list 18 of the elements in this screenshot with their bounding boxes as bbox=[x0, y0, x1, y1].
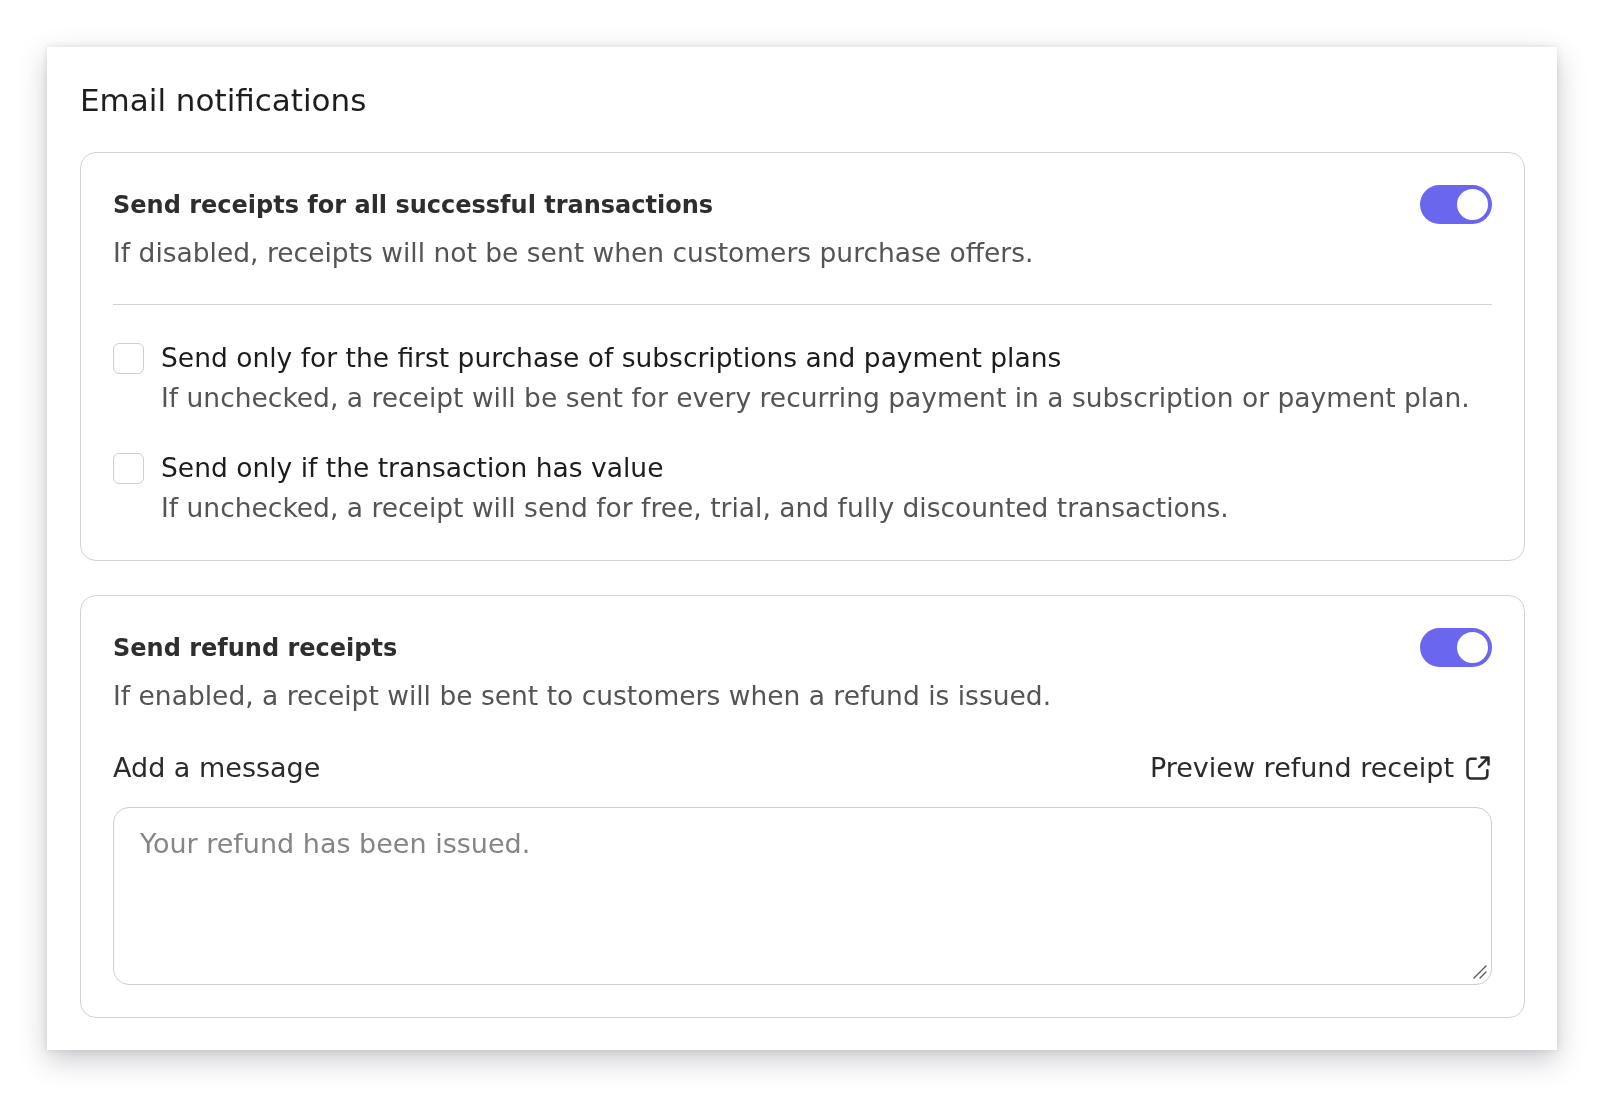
section-heading: Send receipts for all successful transactions bbox=[113, 189, 714, 221]
option-label: Send only for the first purchase of subscriptions and payment plans bbox=[161, 342, 1063, 374]
section-description: If enabled, a receipt will be sent to customers when a refund is issued. bbox=[113, 680, 1053, 712]
preview-link[interactable]: Preview refund receipt bbox=[1149, 752, 1492, 784]
option-label: Send only if the transaction has value bbox=[161, 452, 665, 484]
section-description: If disabled, receipts will not be sent when customers purchase offers. bbox=[113, 237, 1035, 269]
toggle-switch[interactable] bbox=[1420, 185, 1492, 224]
option-description: If unchecked, a receipt will be sent for every recurring payment in a subscription or payment plan. bbox=[161, 382, 1470, 414]
checkbox[interactable] bbox=[113, 343, 144, 374]
section-heading: Send refund receipts bbox=[113, 632, 398, 664]
message-field[interactable]: Your refund has been issued. bbox=[113, 807, 1492, 985]
panel-title: Email notifications bbox=[80, 82, 368, 118]
resize-grip-icon bbox=[1473, 965, 1487, 979]
toggle-switch[interactable] bbox=[1420, 628, 1492, 667]
option-description: If unchecked, a receipt will send for free, trial, and fully discounted transactions. bbox=[161, 492, 1229, 524]
field-label: Add a message bbox=[113, 752, 321, 784]
external-link-icon bbox=[1464, 754, 1492, 782]
checkbox[interactable] bbox=[113, 453, 144, 484]
